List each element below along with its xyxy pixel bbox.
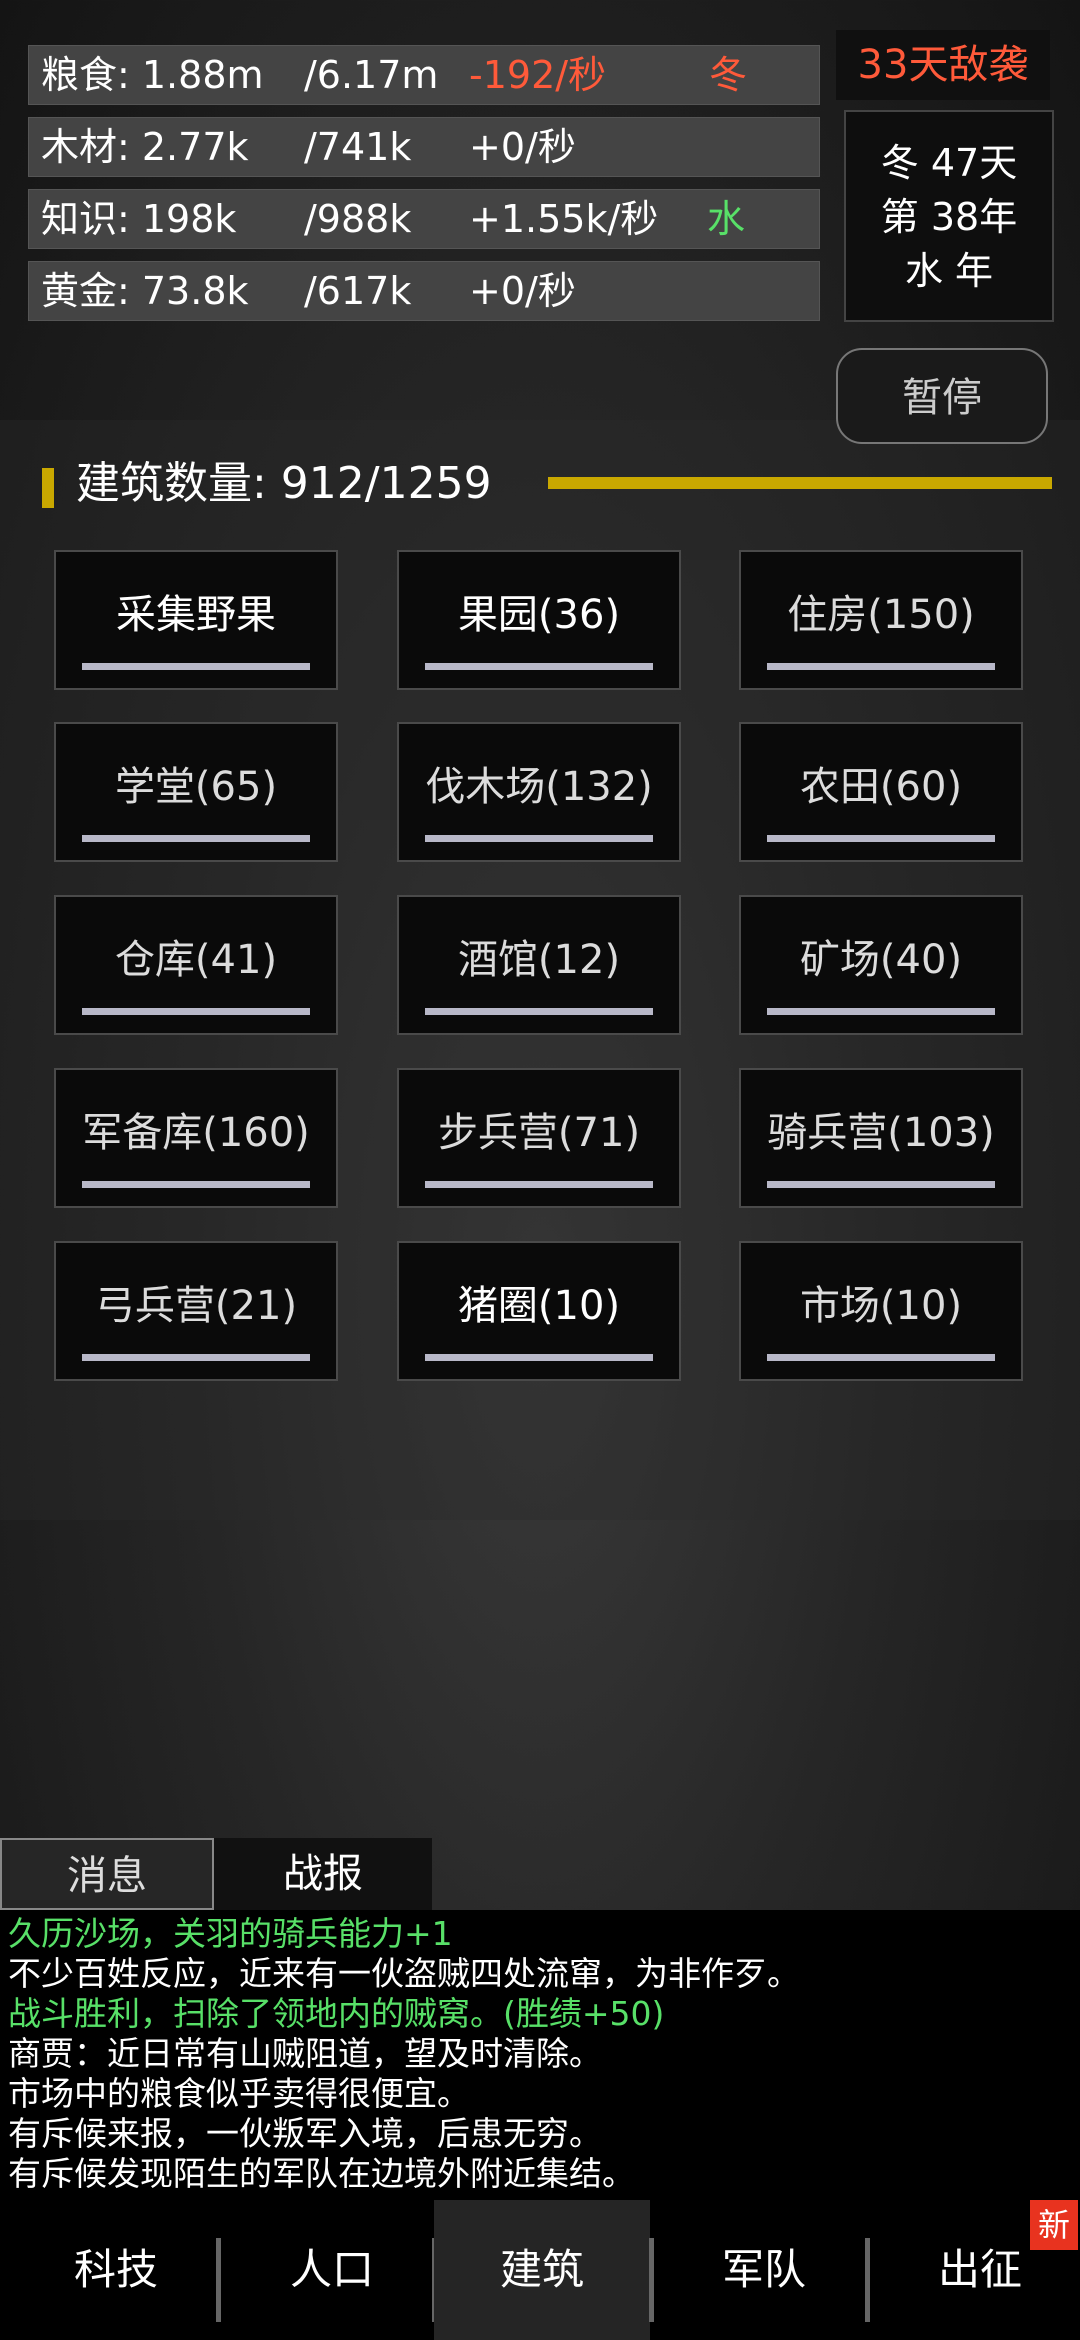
new-badge: 新: [1030, 2200, 1078, 2250]
nav-separator: [649, 2238, 654, 2322]
building-tile-orchard[interactable]: 果园(36): [397, 550, 681, 690]
building-tile-housing[interactable]: 住房(150): [739, 550, 1023, 690]
building-progress-bar: [82, 1008, 310, 1015]
building-progress-bar: [82, 835, 310, 842]
building-label: 学堂(65): [114, 764, 278, 810]
building-progress-bar: [425, 663, 653, 670]
resource-row-knowledge: 知识: 198k /988k +1.55k/秒 水: [28, 189, 820, 249]
resource-row-gold: 黄金: 73.8k /617k +0/秒: [28, 261, 820, 321]
building-tile-school[interactable]: 学堂(65): [54, 722, 338, 862]
nav-separator: [216, 2238, 221, 2322]
section-divider: [548, 477, 1052, 489]
building-tile-warehouse[interactable]: 仓库(41): [54, 895, 338, 1035]
building-label: 市场(10): [799, 1283, 963, 1329]
building-label: 步兵营(71): [437, 1110, 641, 1156]
section-marker: [42, 468, 54, 508]
log-line: 不少百姓反应，近来有一伙盗贼四处流窜，为非作歹。: [8, 1954, 800, 1993]
date-year: 第 38年: [880, 195, 1018, 239]
building-progress-bar: [82, 1181, 310, 1188]
building-label: 弓兵营(21): [94, 1283, 298, 1329]
log-line: 有斥候发现陌生的军队在边境外附近集结。: [8, 2154, 635, 2193]
resource-amount: 粮食: 1.88m: [41, 53, 264, 97]
log-line: 市场中的粮食似乎卖得很便宜。: [8, 2074, 470, 2113]
building-label: 采集野果: [116, 592, 276, 638]
building-tile-lumberyard[interactable]: 伐木场(132): [397, 722, 681, 862]
building-tile-farmland[interactable]: 农田(60): [739, 722, 1023, 862]
nav-army[interactable]: 军队: [656, 2200, 872, 2340]
building-progress-bar: [425, 1008, 653, 1015]
resource-row-wood: 木材: 2.77k /741k +0/秒: [28, 117, 820, 177]
building-label: 军备库(160): [82, 1110, 310, 1156]
building-tile-mine[interactable]: 矿场(40): [739, 895, 1023, 1035]
resource-capacity: /617k: [304, 269, 412, 313]
building-progress-bar: [425, 835, 653, 842]
tab-battle-report[interactable]: 战报: [214, 1838, 432, 1910]
date-element-year: 水 年: [904, 249, 994, 293]
nav-separator: [865, 2238, 870, 2322]
resource-amount: 黄金: 73.8k: [41, 269, 249, 313]
building-tile-pig-pen[interactable]: 猪圈(10): [397, 1241, 681, 1381]
building-progress-bar: [767, 1354, 995, 1361]
nav-technology[interactable]: 科技: [8, 2200, 224, 2340]
building-progress-bar: [767, 1008, 995, 1015]
building-tile-archer-camp[interactable]: 弓兵营(21): [54, 1241, 338, 1381]
resource-rate: +0/秒: [469, 125, 576, 169]
log-line: 久历沙场，关羽的骑兵能力+1: [8, 1914, 453, 1953]
resource-row-food: 粮食: 1.88m /6.17m -192/秒 冬: [28, 45, 820, 105]
building-tile-market[interactable]: 市场(10): [739, 1241, 1023, 1381]
building-label: 猪圈(10): [457, 1283, 621, 1329]
log-line: 战斗胜利，扫除了领地内的贼窝。(胜绩+50): [8, 1994, 665, 2033]
building-tile-cavalry-camp[interactable]: 骑兵营(103): [739, 1068, 1023, 1208]
message-log: 久历沙场，关羽的骑兵能力+1 不少百姓反应，近来有一伙盗贼四处流窜，为非作歹。 …: [0, 1910, 1080, 2200]
building-tile-tavern[interactable]: 酒馆(12): [397, 895, 681, 1035]
nav-buildings[interactable]: 建筑: [434, 2200, 650, 2340]
building-progress-bar: [425, 1181, 653, 1188]
element-indicator: 水: [707, 197, 746, 241]
bottom-nav: 科技 人口 建筑 军队 出征: [0, 2200, 1080, 2340]
resource-capacity: /6.17m: [304, 53, 439, 97]
building-tile-infantry-camp[interactable]: 步兵营(71): [397, 1068, 681, 1208]
resource-rate: +1.55k/秒: [469, 197, 659, 241]
building-label: 骑兵营(103): [767, 1110, 995, 1156]
resource-rate: +0/秒: [469, 269, 576, 313]
building-label: 伐木场(132): [425, 764, 653, 810]
building-label: 住房(150): [787, 592, 975, 638]
building-label: 矿场(40): [799, 937, 963, 983]
building-label: 仓库(41): [114, 937, 278, 983]
date-panel: 冬 47天 第 38年 水 年: [844, 110, 1054, 322]
building-label: 酒馆(12): [457, 937, 621, 983]
building-progress-bar: [425, 1354, 653, 1361]
log-line: 有斥候来报，一伙叛军入境，后患无穷。: [8, 2114, 602, 2153]
building-tile-armory[interactable]: 军备库(160): [54, 1068, 338, 1208]
resource-rate: -192/秒: [469, 53, 607, 97]
resource-amount: 木材: 2.77k: [41, 125, 249, 169]
building-progress-bar: [82, 1354, 310, 1361]
nav-population[interactable]: 人口: [224, 2200, 440, 2340]
building-progress-bar: [767, 835, 995, 842]
log-line: 商贾：近日常有山贼阻道，望及时清除。: [8, 2034, 602, 2073]
resource-capacity: /988k: [304, 197, 412, 241]
date-day: 冬 47天: [880, 141, 1018, 185]
building-tile-gather-fruit[interactable]: 采集野果: [54, 550, 338, 690]
building-progress-bar: [82, 663, 310, 670]
tab-messages[interactable]: 消息: [0, 1838, 214, 1910]
enemy-raid-countdown: 33天敌袭: [836, 30, 1050, 100]
building-progress-bar: [767, 663, 995, 670]
resource-capacity: /741k: [304, 125, 412, 169]
building-progress-bar: [767, 1181, 995, 1188]
season-indicator: 冬: [709, 53, 748, 97]
resource-amount: 知识: 198k: [41, 197, 237, 241]
building-count-title: 建筑数量: 912/1259: [76, 458, 492, 509]
building-label: 果园(36): [457, 592, 621, 638]
building-label: 农田(60): [799, 764, 963, 810]
pause-button[interactable]: 暂停: [836, 348, 1048, 444]
